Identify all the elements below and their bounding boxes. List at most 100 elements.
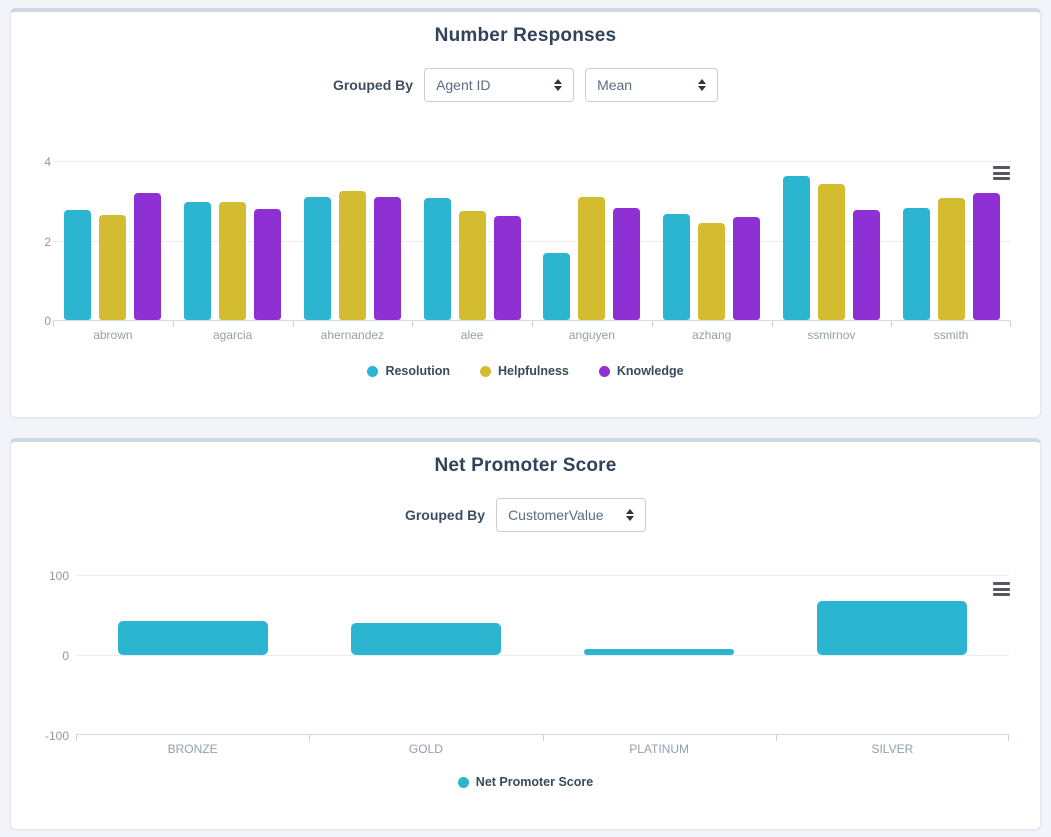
bar-knowledge-agarcia[interactable] <box>254 209 281 320</box>
bar-helpfulness-abrown[interactable] <box>99 215 126 320</box>
bar-knowledge-ssmirnov[interactable] <box>853 210 880 320</box>
bar-group-silver <box>776 575 1009 655</box>
legend-label: Net Promoter Score <box>476 775 593 789</box>
chart-controls: Grouped By CustomerValue <box>11 498 1040 532</box>
x-axis-tick <box>76 735 77 741</box>
bar-helpfulness-ahernandez[interactable] <box>339 191 366 320</box>
bar-group-agarcia <box>173 161 293 320</box>
x-axis-tick <box>293 321 294 327</box>
bar-net-promoter-score-gold[interactable] <box>351 623 501 655</box>
bar-net-promoter-score-bronze[interactable] <box>118 621 268 655</box>
x-axis-label-silver: SILVER <box>776 742 1009 756</box>
y-axis-tick-label: 4 <box>15 155 51 169</box>
x-axis-tick <box>1010 321 1011 327</box>
bar-knowledge-azhang[interactable] <box>733 217 760 320</box>
chart-legend: Net Promoter Score <box>11 775 1040 789</box>
x-axis-label-ssmith: ssmith <box>891 328 1011 342</box>
x-axis-tick <box>53 321 54 327</box>
bar-helpfulness-azhang[interactable] <box>698 223 725 320</box>
bar-chart-plot-area: abrownagarciaahernandezaleeanguyenazhang… <box>53 161 1011 321</box>
x-axis-tick <box>652 321 653 327</box>
bar-group-alee <box>412 161 532 320</box>
bar-net-promoter-score-silver[interactable] <box>817 601 967 655</box>
x-axis-label-platinum: PLATINUM <box>543 742 776 756</box>
bar-helpfulness-agarcia[interactable] <box>219 202 246 320</box>
legend-swatch <box>367 366 378 377</box>
x-axis-tick <box>543 735 544 741</box>
bar-helpfulness-anguyen[interactable] <box>578 197 605 320</box>
aggregation-select[interactable]: Mean <box>585 68 718 102</box>
group-by-select-value: Agent ID <box>436 77 490 93</box>
bar-group-ssmith <box>891 161 1011 320</box>
legend-swatch <box>599 366 610 377</box>
y-axis-tick-label: -100 <box>33 729 69 743</box>
panel-title: Number Responses <box>11 25 1040 47</box>
y-axis-tick-label: 100 <box>33 569 69 583</box>
x-axis-label-abrown: abrown <box>53 328 173 342</box>
legend-item-knowledge[interactable]: Knowledge <box>599 364 684 378</box>
bar-resolution-alee[interactable] <box>424 198 451 320</box>
bar-net-promoter-score-platinum[interactable] <box>584 649 734 655</box>
bar-knowledge-alee[interactable] <box>494 216 521 320</box>
bar-knowledge-ssmith[interactable] <box>973 193 1000 320</box>
bar-resolution-ahernandez[interactable] <box>304 197 331 320</box>
y-axis-tick-label: 2 <box>15 235 51 249</box>
legend-swatch <box>458 777 469 788</box>
x-axis-tick <box>772 321 773 327</box>
bar-resolution-azhang[interactable] <box>663 214 690 320</box>
panel-title: Net Promoter Score <box>11 455 1040 477</box>
x-axis-label-azhang: azhang <box>652 328 772 342</box>
bar-group-ssmirnov <box>772 161 892 320</box>
legend-label: Helpfulness <box>498 364 569 378</box>
x-axis-tick <box>412 321 413 327</box>
x-axis-label-gold: GOLD <box>309 742 542 756</box>
select-updown-icon <box>554 79 562 91</box>
bar-chart-plot-area: BRONZEGOLDPLATINUMSILVER <box>76 575 1009 735</box>
bar-group-gold <box>309 575 542 655</box>
bar-group-platinum <box>543 575 776 655</box>
grouped-by-label: Grouped By <box>333 77 413 93</box>
number-responses-panel: Number Responses Grouped By Agent ID Mea… <box>10 8 1041 418</box>
group-by-select[interactable]: Agent ID <box>424 68 574 102</box>
bars-layer <box>76 575 1009 655</box>
x-axis-tick <box>309 735 310 741</box>
bar-resolution-anguyen[interactable] <box>543 253 570 320</box>
bar-group-azhang <box>652 161 772 320</box>
gridline <box>76 655 1009 656</box>
bar-resolution-agarcia[interactable] <box>184 202 211 320</box>
legend-item-resolution[interactable]: Resolution <box>367 364 450 378</box>
legend-item-helpfulness[interactable]: Helpfulness <box>480 364 569 378</box>
x-axis-labels: BRONZEGOLDPLATINUMSILVER <box>76 742 1009 756</box>
bar-group-bronze <box>76 575 309 655</box>
chart-legend: Resolution Helpfulness Knowledge <box>11 364 1040 378</box>
bar-knowledge-anguyen[interactable] <box>613 208 640 320</box>
x-axis-tick <box>532 321 533 327</box>
bar-resolution-ssmith[interactable] <box>903 208 930 320</box>
bar-knowledge-ahernandez[interactable] <box>374 197 401 320</box>
bar-group-abrown <box>53 161 173 320</box>
bar-resolution-ssmirnov[interactable] <box>783 176 810 320</box>
x-axis-tick <box>891 321 892 327</box>
legend-label: Knowledge <box>617 364 684 378</box>
bar-group-anguyen <box>532 161 652 320</box>
grouped-by-label: Grouped By <box>405 507 485 523</box>
x-axis-label-ssmirnov: ssmirnov <box>772 328 892 342</box>
x-axis-label-bronze: BRONZE <box>76 742 309 756</box>
net-promoter-score-panel: Net Promoter Score Grouped By CustomerVa… <box>10 438 1041 830</box>
legend-item-net-promoter-score[interactable]: Net Promoter Score <box>458 775 593 789</box>
x-axis-label-agarcia: agarcia <box>173 328 293 342</box>
bar-helpfulness-ssmith[interactable] <box>938 198 965 320</box>
group-by-select[interactable]: CustomerValue <box>496 498 646 532</box>
bar-helpfulness-ssmirnov[interactable] <box>818 184 845 320</box>
bar-group-ahernandez <box>293 161 413 320</box>
aggregation-select-value: Mean <box>597 77 632 93</box>
bar-knowledge-abrown[interactable] <box>134 193 161 320</box>
select-updown-icon <box>626 509 634 521</box>
y-axis-tick-label: 0 <box>33 649 69 663</box>
x-axis-label-alee: alee <box>412 328 532 342</box>
bar-helpfulness-alee[interactable] <box>459 211 486 320</box>
x-axis-tick <box>1008 735 1009 741</box>
legend-label: Resolution <box>385 364 450 378</box>
x-axis-labels: abrownagarciaahernandezaleeanguyenazhang… <box>53 328 1011 342</box>
bar-resolution-abrown[interactable] <box>64 210 91 320</box>
